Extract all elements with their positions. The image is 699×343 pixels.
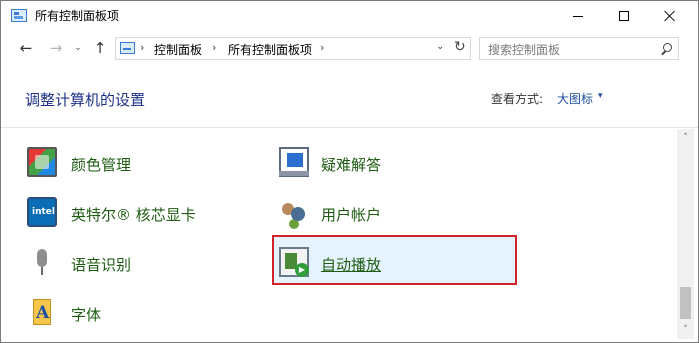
- autoplay-icon: [279, 247, 309, 277]
- items-grid: 颜色管理 疑难解答 英特尔® 核芯显卡 用户帐户 语音识别 自动播放 字体: [1, 129, 677, 339]
- item-speech-recognition[interactable]: 语音识别: [21, 243, 251, 283]
- scroll-down-button[interactable]: ˅: [677, 321, 694, 338]
- close-icon: [664, 10, 676, 22]
- fonts-icon: [27, 297, 57, 327]
- color-management-icon: [27, 147, 57, 177]
- back-button[interactable]: ←: [15, 37, 37, 59]
- window-title: 所有控制面板项: [35, 9, 120, 23]
- item-label: 颜色管理: [71, 156, 132, 174]
- user-accounts-icon: [279, 197, 309, 227]
- item-troubleshooting[interactable]: 疑难解答: [273, 143, 503, 183]
- forward-button[interactable]: →: [45, 37, 67, 59]
- scroll-up-button[interactable]: ˄: [677, 129, 694, 146]
- item-label: 疑难解答: [321, 156, 382, 174]
- page-header: 调整计算机的设置 查看方式: 大图标 ▾: [1, 65, 698, 128]
- breadcrumb-all-items[interactable]: 所有控制面板项: [228, 41, 312, 58]
- troubleshooting-icon: [279, 147, 309, 177]
- control-panel-icon: [120, 42, 135, 54]
- navigation-row: ← → ⌄ ↑ › 控制面板 › 所有控制面板项 › ⌄ ↻ 搜索控制面板: [1, 33, 698, 63]
- item-label: 英特尔® 核芯显卡: [71, 206, 196, 224]
- breadcrumb-separator[interactable]: ›: [212, 41, 216, 54]
- intel-graphics-icon: [27, 197, 57, 227]
- search-icon[interactable]: [660, 43, 672, 55]
- breadcrumb-separator[interactable]: ›: [320, 41, 324, 54]
- control-panel-icon: [11, 9, 27, 22]
- minimize-button[interactable]: [555, 1, 601, 31]
- address-bar[interactable]: › 控制面板 › 所有控制面板项 › ⌄ ↻: [115, 37, 471, 60]
- item-label: 用户帐户: [321, 206, 382, 224]
- view-by-dropdown[interactable]: 大图标: [557, 90, 593, 107]
- recent-locations-button[interactable]: ⌄: [71, 37, 85, 59]
- search-placeholder: 搜索控制面板: [488, 43, 561, 57]
- scroll-thumb[interactable]: [680, 287, 691, 319]
- refresh-button[interactable]: ↻: [454, 39, 466, 55]
- close-button[interactable]: [647, 1, 693, 31]
- item-fonts[interactable]: 字体: [21, 293, 251, 333]
- address-dropdown-button[interactable]: ⌄: [436, 41, 444, 52]
- item-label: 自动播放: [321, 256, 382, 274]
- page-title: 调整计算机的设置: [25, 91, 146, 109]
- maximize-button[interactable]: [601, 1, 647, 31]
- item-intel-graphics[interactable]: 英特尔® 核芯显卡: [21, 193, 251, 233]
- view-by-label: 查看方式:: [491, 92, 544, 106]
- microphone-icon: [27, 247, 57, 277]
- search-input[interactable]: 搜索控制面板: [479, 37, 679, 60]
- maximize-icon: [619, 11, 629, 21]
- item-color-management[interactable]: 颜色管理: [21, 143, 251, 183]
- item-user-accounts[interactable]: 用户帐户: [273, 193, 503, 233]
- breadcrumb-separator[interactable]: ›: [140, 41, 144, 54]
- item-label: 字体: [71, 306, 102, 324]
- chevron-down-icon[interactable]: ▾: [598, 91, 603, 101]
- title-bar: 所有控制面板项: [1, 1, 698, 31]
- up-button[interactable]: ↑: [89, 37, 111, 59]
- minimize-icon: [573, 15, 583, 17]
- breadcrumb-control-panel[interactable]: 控制面板: [154, 41, 202, 58]
- item-autoplay[interactable]: 自动播放: [273, 243, 509, 283]
- control-panel-window: 所有控制面板项 ← → ⌄ ↑ › 控制面板 › 所有控制面板项 › ⌄ ↻ 搜…: [0, 0, 699, 343]
- vertical-scrollbar[interactable]: ˄ ˅: [677, 129, 694, 339]
- item-label: 语音识别: [71, 256, 132, 274]
